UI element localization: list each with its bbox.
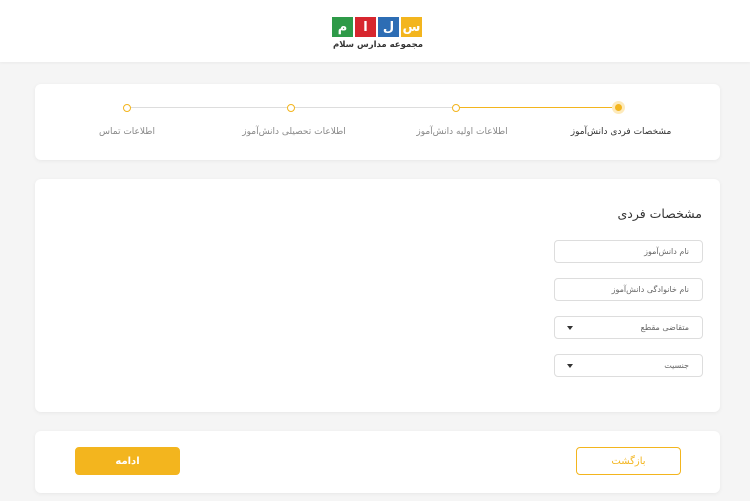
step-1-dot: [612, 101, 625, 114]
gender-select-value: جنسیت: [664, 361, 689, 370]
logo-letter-alef: ا: [355, 17, 376, 37]
top-header: م ا ل س مجموعه مدارس سلام: [0, 0, 750, 62]
step-2-dot: [452, 104, 460, 112]
caret-down-icon: [567, 326, 573, 330]
logo-letter-mim: م: [332, 17, 353, 37]
continue-button[interactable]: ادامه: [75, 447, 180, 475]
last-name-placeholder: نام خانوادگی دانش‌آموز: [611, 285, 689, 294]
salam-schools-logo[interactable]: م ا ل س مجموعه مدارس سلام: [332, 17, 426, 53]
step-3-label: اطلاعات تحصیلی دانش‌آموز: [242, 127, 346, 137]
gender-select[interactable]: جنسیت: [554, 354, 703, 377]
logo-text: مجموعه مدارس سلام: [332, 40, 424, 50]
logo-letter-sin: س: [401, 17, 422, 37]
logo-letter-lam: ل: [378, 17, 399, 37]
personal-info-form: مشخصات فردی نام دانش‌آموز نام خانوادگی د…: [35, 179, 720, 412]
first-name-input[interactable]: نام دانش‌آموز: [554, 240, 703, 263]
last-name-input[interactable]: نام خانوادگی دانش‌آموز: [554, 278, 703, 301]
step-2-label: اطلاعات اولیه دانش‌آموز: [416, 127, 508, 137]
first-name-placeholder: نام دانش‌آموز: [644, 247, 689, 256]
stepper-track-active: [455, 107, 619, 108]
caret-down-icon: [567, 364, 573, 368]
step-4-label: اطلاعات تماس: [99, 127, 155, 137]
step-4-dot: [123, 104, 131, 112]
form-actions: ادامه بازگشت: [35, 431, 720, 493]
grade-select-value: متقاضی مقطع: [640, 323, 689, 332]
stepper-card: مشخصات فردی دانش‌آموز اطلاعات اولیه دانش…: [35, 84, 720, 160]
back-button[interactable]: بازگشت: [576, 447, 681, 475]
step-1-label: مشخصات فردی دانش‌آموز: [570, 127, 672, 137]
logo-letters: م ا ل س: [332, 17, 426, 37]
form-title: مشخصات فردی: [617, 206, 702, 221]
grade-select[interactable]: متقاضی مقطع: [554, 316, 703, 339]
step-3-dot: [287, 104, 295, 112]
